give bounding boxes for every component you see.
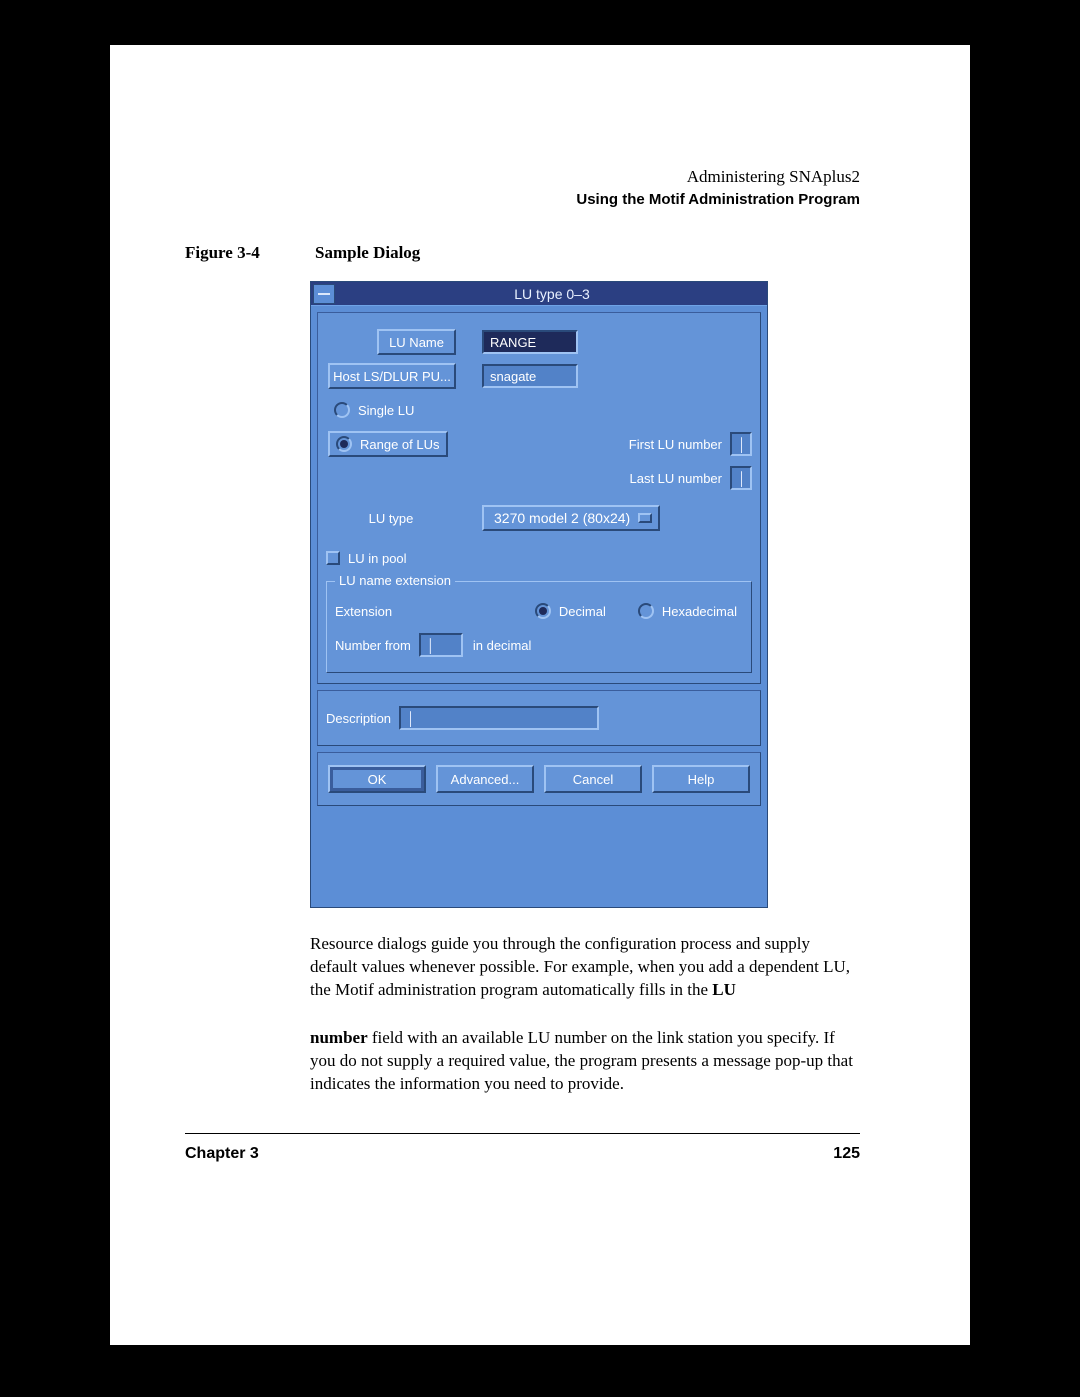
help-button[interactable]: Help (652, 765, 750, 793)
dialog-titlebar[interactable]: LU type 0–3 (311, 282, 767, 306)
last-lu-label: Last LU number (464, 471, 730, 486)
footer-page-number: 125 (833, 1145, 860, 1163)
header-subtitle: Using the Motif Administration Program (576, 189, 860, 210)
figure-label: Figure 3-4 (185, 243, 260, 263)
last-lu-input[interactable]: │ (730, 466, 752, 490)
option-handle-icon (638, 513, 652, 523)
ok-button[interactable]: OK (328, 765, 426, 793)
header-title: Administering SNAplus2 (576, 165, 860, 189)
body-paragraph-2: number field with an available LU number… (310, 1027, 860, 1096)
advanced-button[interactable]: Advanced... (436, 765, 534, 793)
dialog-title: LU type 0–3 (337, 286, 767, 302)
host-ls-button[interactable]: Host LS/DLUR PU... (328, 363, 456, 389)
decimal-radio[interactable]: Decimal (529, 600, 612, 622)
window-menu-icon[interactable] (313, 284, 335, 304)
page-footer: Chapter 3 125 (185, 1145, 860, 1163)
description-label: Description (326, 711, 391, 726)
main-panel: LU Name RANGE Host LS/DLUR PU... snagate… (317, 312, 761, 684)
radio-icon (535, 603, 551, 619)
first-lu-input[interactable]: │ (730, 432, 752, 456)
button-panel: OK Advanced... Cancel Help (317, 752, 761, 806)
in-decimal-label: in decimal (473, 638, 532, 653)
number-from-label: Number from (335, 638, 411, 653)
description-panel: Description │ (317, 690, 761, 746)
lu-in-pool-checkbox[interactable] (326, 551, 340, 565)
lu-name-button[interactable]: LU Name (377, 329, 456, 355)
number-from-input[interactable]: │ (419, 633, 463, 657)
figure-caption: Sample Dialog (315, 243, 420, 263)
lu-name-extension-group: LU name extension Extension Decimal Hexa… (326, 581, 752, 673)
document-page: Administering SNAplus2 Using the Motif A… (110, 45, 970, 1345)
description-input[interactable]: │ (399, 706, 599, 730)
lu-name-input[interactable]: RANGE (482, 330, 578, 354)
footer-rule (185, 1133, 860, 1134)
host-ls-input[interactable]: snagate (482, 364, 578, 388)
footer-chapter: Chapter 3 (185, 1145, 259, 1163)
sample-dialog: LU type 0–3 LU Name RANGE Host LS/DLUR P… (310, 281, 768, 908)
hexadecimal-radio[interactable]: Hexadecimal (632, 600, 743, 622)
lu-in-pool-label: LU in pool (348, 551, 407, 566)
single-lu-radio[interactable]: Single LU (328, 399, 420, 421)
radio-icon (334, 402, 350, 418)
page-header: Administering SNAplus2 Using the Motif A… (576, 165, 860, 210)
cancel-button[interactable]: Cancel (544, 765, 642, 793)
lu-type-label: LU type (369, 511, 414, 526)
radio-icon (336, 436, 352, 452)
extension-label: Extension (335, 604, 425, 619)
group-title: LU name extension (335, 573, 455, 588)
body-paragraph-1: Resource dialogs guide you through the c… (310, 933, 860, 1002)
range-of-lus-radio[interactable]: Range of LUs (328, 431, 448, 457)
radio-icon (638, 603, 654, 619)
first-lu-label: First LU number (464, 437, 730, 452)
lu-type-option[interactable]: 3270 model 2 (80x24) (482, 505, 660, 531)
